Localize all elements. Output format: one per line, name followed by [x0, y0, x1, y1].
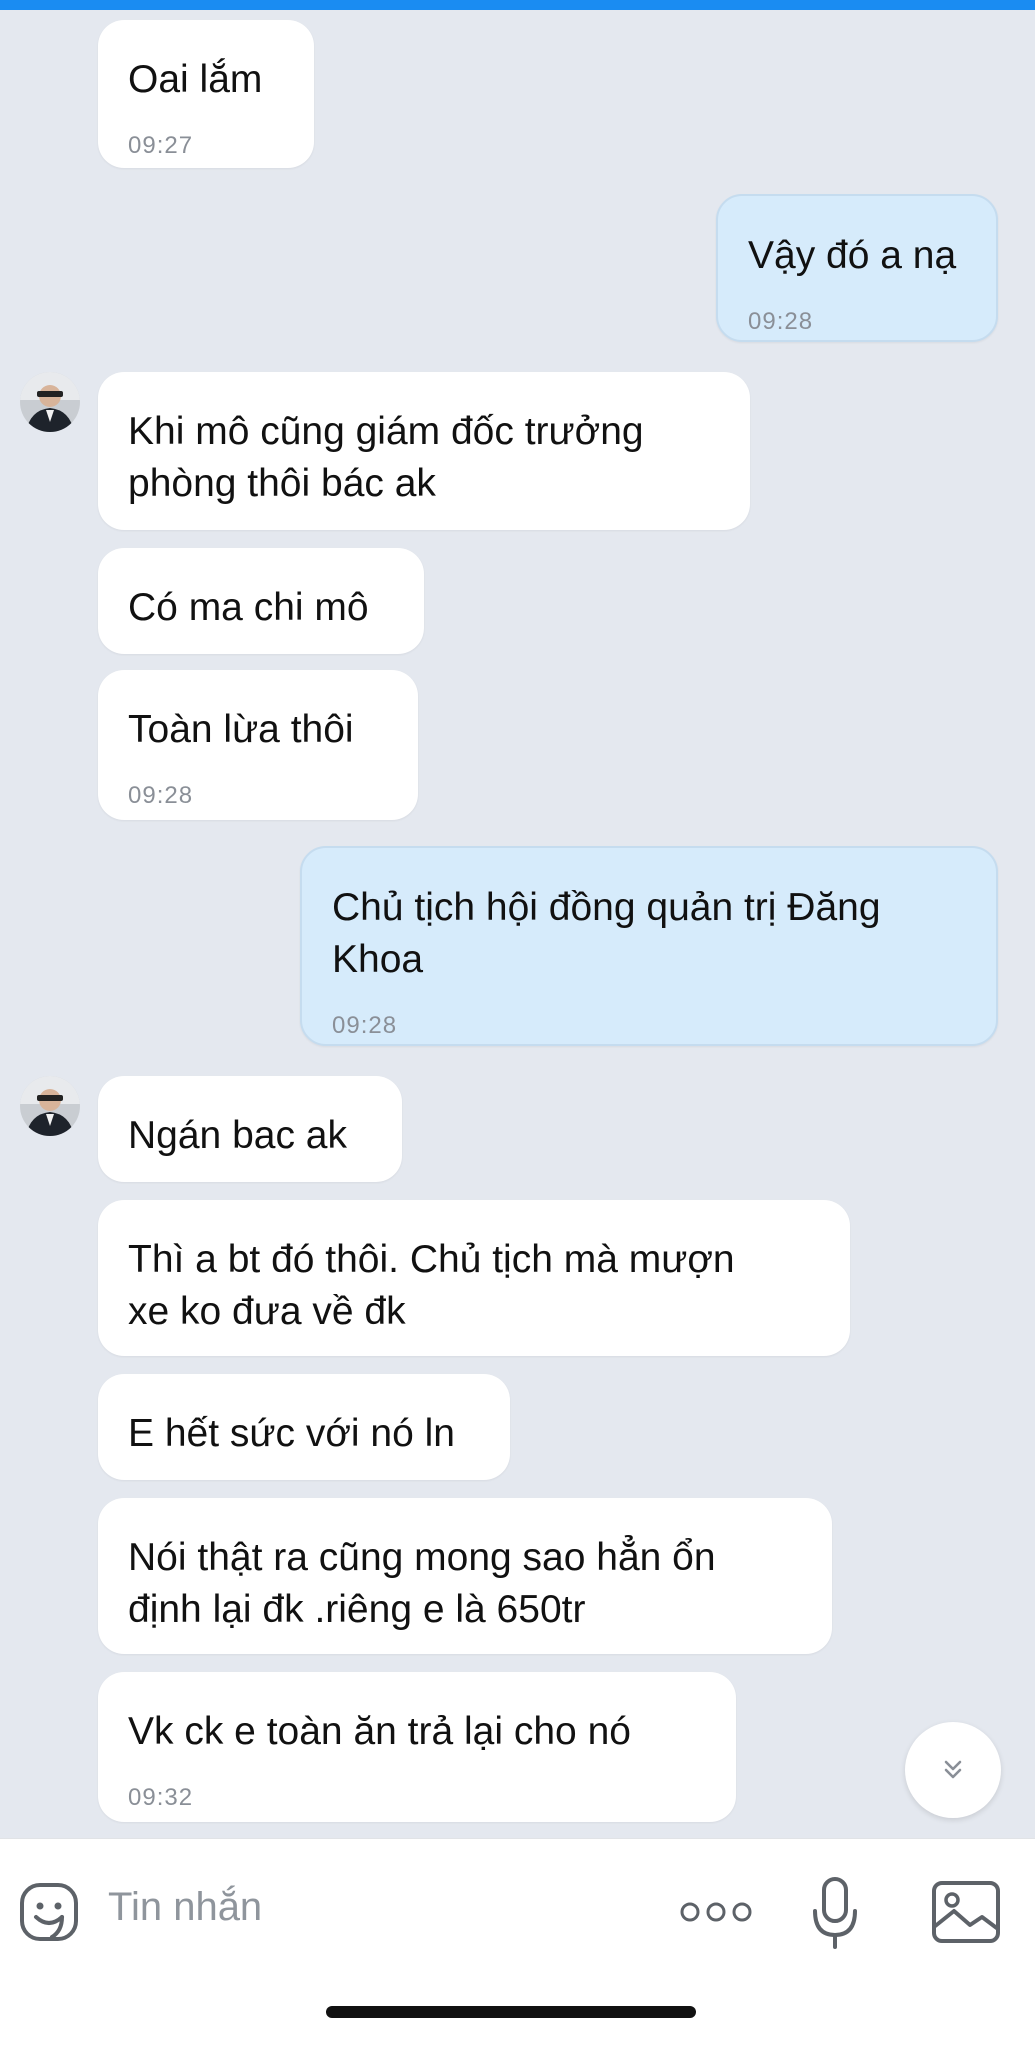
send-image-button[interactable] [930, 1879, 1002, 1945]
message-text: Vk ck e toàn ăn trả lại cho nó [128, 1710, 631, 1753]
home-indicator[interactable] [326, 2006, 696, 2018]
message-bubble-incoming[interactable]: Khi mô cũng giám đốc trưởng phòng thôi b… [98, 372, 750, 530]
microphone-icon [813, 1877, 857, 1949]
message-text: định lại đk .riêng e là 650tr [128, 1588, 586, 1631]
message-text: Chủ tịch hội đồng quản trị Đăng [332, 886, 881, 929]
message-text: Toàn lừa thôi [128, 708, 354, 751]
message-bubble-incoming[interactable]: Toàn lừa thôi 09:28 [98, 670, 418, 820]
message-text: E hết sức với nó ln [128, 1412, 455, 1455]
message-time: 09:27 [128, 132, 194, 159]
more-dots-icon [680, 1902, 752, 1922]
scroll-to-bottom-button[interactable] [905, 1722, 1001, 1818]
message-time: 09:28 [128, 782, 194, 809]
message-text: Nói thật ra cũng mong sao hẳn ổn [128, 1536, 716, 1579]
message-bubble-incoming[interactable]: E hết sức với nó ln [98, 1374, 510, 1480]
message-text: xe ko đưa về đk [128, 1290, 406, 1333]
double-chevron-down-icon [944, 1760, 962, 1779]
message-time: 09:28 [748, 308, 814, 335]
more-options-button[interactable] [676, 1897, 756, 1927]
voice-message-button[interactable] [810, 1875, 860, 1951]
message-bubble-incoming[interactable]: Ngán bac ak [98, 1076, 402, 1182]
image-icon [932, 1881, 1000, 1943]
message-text: phòng thôi bác ak [128, 462, 436, 505]
message-bubble-incoming[interactable]: Vk ck e toàn ăn trả lại cho nó 09:32 [98, 1672, 736, 1822]
contact-avatar[interactable] [20, 372, 80, 432]
contact-avatar[interactable] [20, 1076, 80, 1136]
message-input[interactable]: Tin nhắn [108, 1885, 262, 1930]
message-bubble-outgoing[interactable]: Vậy đó a nạ 09:28 [716, 194, 998, 342]
message-time: 09:28 [332, 1012, 398, 1039]
sticker-emoji-icon [20, 1883, 78, 1941]
message-text: Khoa [332, 938, 424, 981]
message-text: Có ma chi mô [128, 586, 369, 629]
message-text: Vậy đó a nạ [748, 234, 957, 277]
sticker-emoji-button[interactable] [18, 1881, 80, 1943]
message-bubble-incoming[interactable]: Nói thật ra cũng mong sao hẳn ổn định lạ… [98, 1498, 832, 1654]
message-bubble-incoming[interactable]: Oai lắm 09:27 [98, 20, 314, 168]
message-bubble-outgoing[interactable]: Chủ tịch hội đồng quản trị Đăng Khoa 09:… [300, 846, 998, 1046]
message-text: Ngán bac ak [128, 1114, 347, 1157]
message-text: Khi mô cũng giám đốc trưởng [128, 410, 644, 453]
message-text: Oai lắm [128, 58, 263, 101]
chat-area[interactable]: Oai lắm 09:27 Vậy đó a nạ 09:28 Khi mô c… [0, 0, 1035, 1838]
message-bubble-incoming[interactable]: Thì a bt đó thôi. Chủ tịch mà mượn xe ko… [98, 1200, 850, 1356]
message-text: Thì a bt đó thôi. Chủ tịch mà mượn [128, 1238, 735, 1281]
message-time: 09:32 [128, 1784, 194, 1811]
message-bubble-incoming[interactable]: Có ma chi mô [98, 548, 424, 654]
